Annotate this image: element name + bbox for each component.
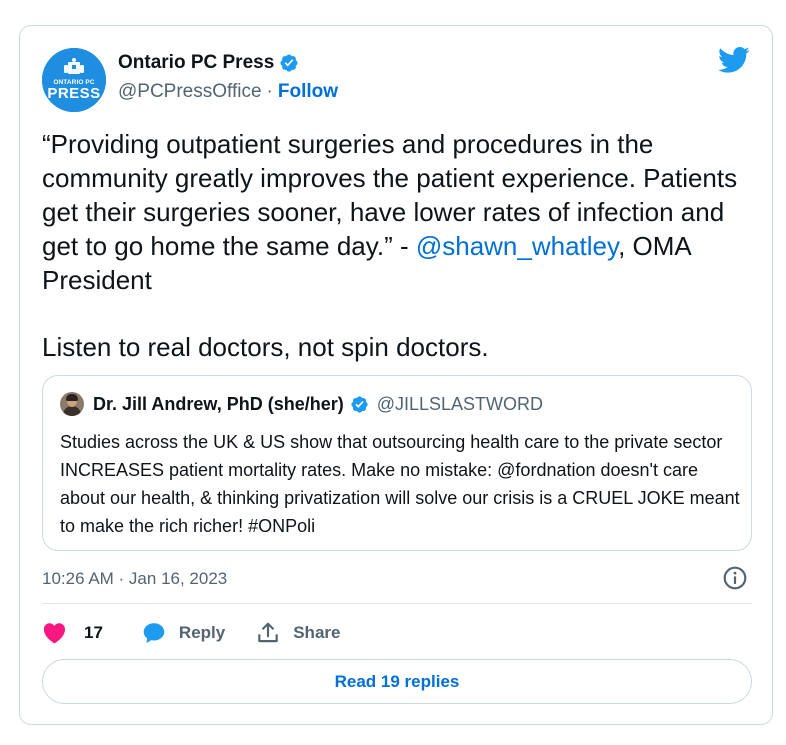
twitter-bird-icon[interactable]	[718, 46, 750, 74]
tweet-timestamp[interactable]: 10:26 AM · Jan 16, 2023	[42, 569, 227, 589]
quoted-tweet[interactable]: Dr. Jill Andrew, PhD (she/her) @JILLSLAS…	[42, 375, 752, 551]
share-label: Share	[293, 623, 341, 642]
handle-separator: ·	[266, 81, 273, 102]
quoted-author-name: Dr. Jill Andrew, PhD (she/her)	[93, 393, 344, 414]
like-button[interactable]: 17	[42, 620, 103, 646]
quoted-tweet-header: Dr. Jill Andrew, PhD (she/her) @JILLSLAS…	[60, 392, 543, 416]
mention-link[interactable]: @shawn_whatley	[416, 231, 618, 261]
verified-badge-icon	[351, 395, 368, 413]
quoted-author-avatar	[60, 392, 84, 416]
author-display-name[interactable]: Ontario PC Press	[118, 52, 274, 74]
follow-button[interactable]: Follow	[278, 81, 338, 103]
tweet-card: ONTARIO PC PRESS Ontario PC Press @PCPre…	[19, 25, 773, 725]
author-avatar[interactable]: ONTARIO PC PRESS	[42, 48, 106, 112]
quoted-author-handle: @JILLSLASTWORD	[376, 393, 544, 414]
divider	[42, 603, 752, 604]
tweet-paragraph-1: “Providing outpatient surgeries and proc…	[42, 127, 742, 297]
verified-badge-icon	[280, 54, 298, 72]
share-button[interactable]: Share	[255, 620, 340, 646]
author-handle-row: @PCPressOffice · Follow	[118, 81, 338, 103]
info-icon[interactable]	[722, 565, 748, 591]
reply-bubble-icon	[143, 623, 165, 643]
tweet-body: “Providing outpatient surgeries and proc…	[42, 127, 742, 364]
like-count: 17	[84, 623, 103, 642]
action-bar: 17 Reply Share	[42, 619, 370, 647]
reply-button[interactable]: Reply	[141, 620, 225, 646]
author-handle[interactable]: @PCPressOffice	[118, 81, 262, 103]
heart-icon	[43, 623, 66, 644]
reply-label: Reply	[178, 623, 226, 642]
read-replies-button[interactable]: Read 19 replies	[42, 659, 752, 704]
share-upload-icon	[258, 622, 278, 643]
quoted-tweet-text: Studies across the UK & US show that out…	[60, 432, 740, 536]
tweet-paragraph-2: Listen to real doctors, not spin doctors…	[42, 332, 489, 362]
avatar-text-bottom: PRESS	[47, 85, 101, 102]
author-name-row: Ontario PC Press	[118, 52, 299, 74]
